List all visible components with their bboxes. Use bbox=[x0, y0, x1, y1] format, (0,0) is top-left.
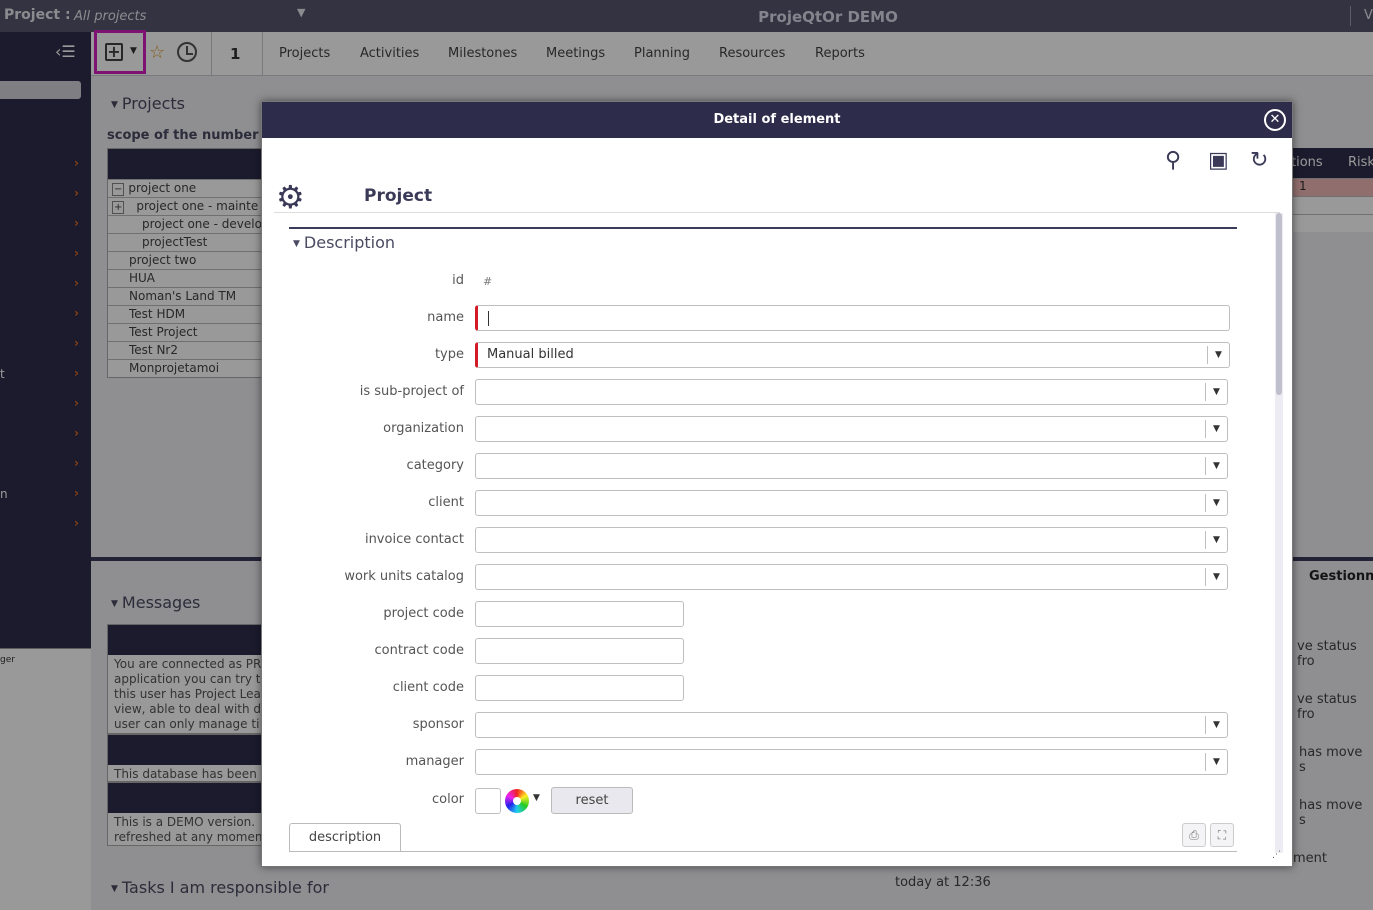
id-value: # bbox=[483, 275, 493, 288]
contract-code-field[interactable] bbox=[475, 638, 684, 664]
resize-handle-icon[interactable]: ⋰ bbox=[1272, 850, 1281, 860]
search-icon[interactable]: ⚲ bbox=[1165, 148, 1181, 173]
work-units-select[interactable]: ▼ bbox=[475, 564, 1228, 590]
undo-icon[interactable]: ↻ bbox=[1250, 148, 1268, 173]
name-field[interactable] bbox=[475, 305, 1230, 331]
expand-icon[interactable]: ⛶ bbox=[1210, 823, 1234, 847]
dialog-header: Project bbox=[364, 186, 433, 206]
field-label: organization bbox=[383, 421, 464, 436]
field-label: contract code bbox=[374, 643, 464, 658]
project-code-field[interactable] bbox=[475, 601, 684, 627]
field-label: invoice contact bbox=[364, 532, 464, 547]
field-label: project code bbox=[383, 606, 464, 621]
chevron-down-icon[interactable]: ▼ bbox=[1205, 457, 1227, 475]
close-icon[interactable]: ✕ bbox=[1264, 109, 1286, 131]
field-label: is sub-project of bbox=[359, 384, 464, 399]
text-cursor bbox=[488, 311, 489, 326]
gear-icon: ⚙ bbox=[276, 178, 305, 216]
type-value: Manual billed bbox=[487, 347, 574, 362]
field-label: id bbox=[452, 273, 464, 288]
field-label: category bbox=[406, 458, 464, 473]
field-label: work units catalog bbox=[344, 569, 464, 584]
dialog-title: Detail of element bbox=[262, 102, 1292, 138]
color-wheel-icon[interactable] bbox=[505, 789, 529, 813]
chevron-down-icon[interactable]: ▼ bbox=[1205, 568, 1227, 586]
client-code-field[interactable] bbox=[475, 675, 684, 701]
detail-dialog: Detail of element ✕ ⚲ ▣ ↻ ⚙ Project ▼ Des… bbox=[261, 101, 1293, 867]
field-label: client bbox=[428, 495, 464, 510]
field-label: name bbox=[427, 310, 464, 325]
invoice-contact-select[interactable]: ▼ bbox=[475, 527, 1228, 553]
client-select[interactable]: ▼ bbox=[475, 490, 1228, 516]
print-icon[interactable]: ⎙ bbox=[1182, 823, 1206, 847]
section-title: Description bbox=[303, 233, 396, 252]
reset-button[interactable]: reset bbox=[551, 787, 633, 814]
chevron-down-icon[interactable]: ▼ bbox=[1205, 753, 1227, 771]
subproject-select[interactable]: ▼ bbox=[475, 379, 1228, 405]
sponsor-select[interactable]: ▼ bbox=[475, 712, 1228, 738]
chevron-down-icon[interactable]: ▼ bbox=[533, 793, 540, 803]
save-icon[interactable]: ▣ bbox=[1208, 148, 1229, 173]
tab-description[interactable]: description bbox=[289, 823, 401, 852]
field-label: type bbox=[434, 347, 464, 362]
scrollbar-thumb[interactable] bbox=[1276, 213, 1282, 395]
manager-select[interactable]: ▼ bbox=[475, 749, 1228, 775]
chevron-down-icon[interactable]: ▼ bbox=[1205, 531, 1227, 549]
section-line bbox=[289, 227, 1237, 229]
organization-select[interactable]: ▼ bbox=[475, 416, 1228, 442]
chevron-down-icon[interactable]: ▼ bbox=[1205, 716, 1227, 734]
chevron-down-icon[interactable]: ▼ bbox=[1205, 494, 1227, 512]
chevron-down-icon[interactable]: ▼ bbox=[1205, 383, 1227, 401]
divider bbox=[289, 851, 1237, 852]
chevron-down-icon[interactable]: ▼ bbox=[1207, 346, 1229, 364]
chevron-down-icon[interactable]: ▼ bbox=[1205, 420, 1227, 438]
type-select[interactable]: Manual billed ▼ bbox=[475, 342, 1230, 368]
category-select[interactable]: ▼ bbox=[475, 453, 1228, 479]
field-label: manager bbox=[405, 754, 464, 769]
scrollbar[interactable] bbox=[1275, 213, 1283, 853]
description-section-header[interactable]: ▼ Description bbox=[293, 233, 395, 252]
field-label: client code bbox=[392, 680, 464, 695]
field-label: color bbox=[431, 792, 464, 807]
field-label: sponsor bbox=[412, 717, 464, 732]
divider bbox=[274, 212, 1280, 213]
color-swatch[interactable] bbox=[475, 788, 501, 814]
